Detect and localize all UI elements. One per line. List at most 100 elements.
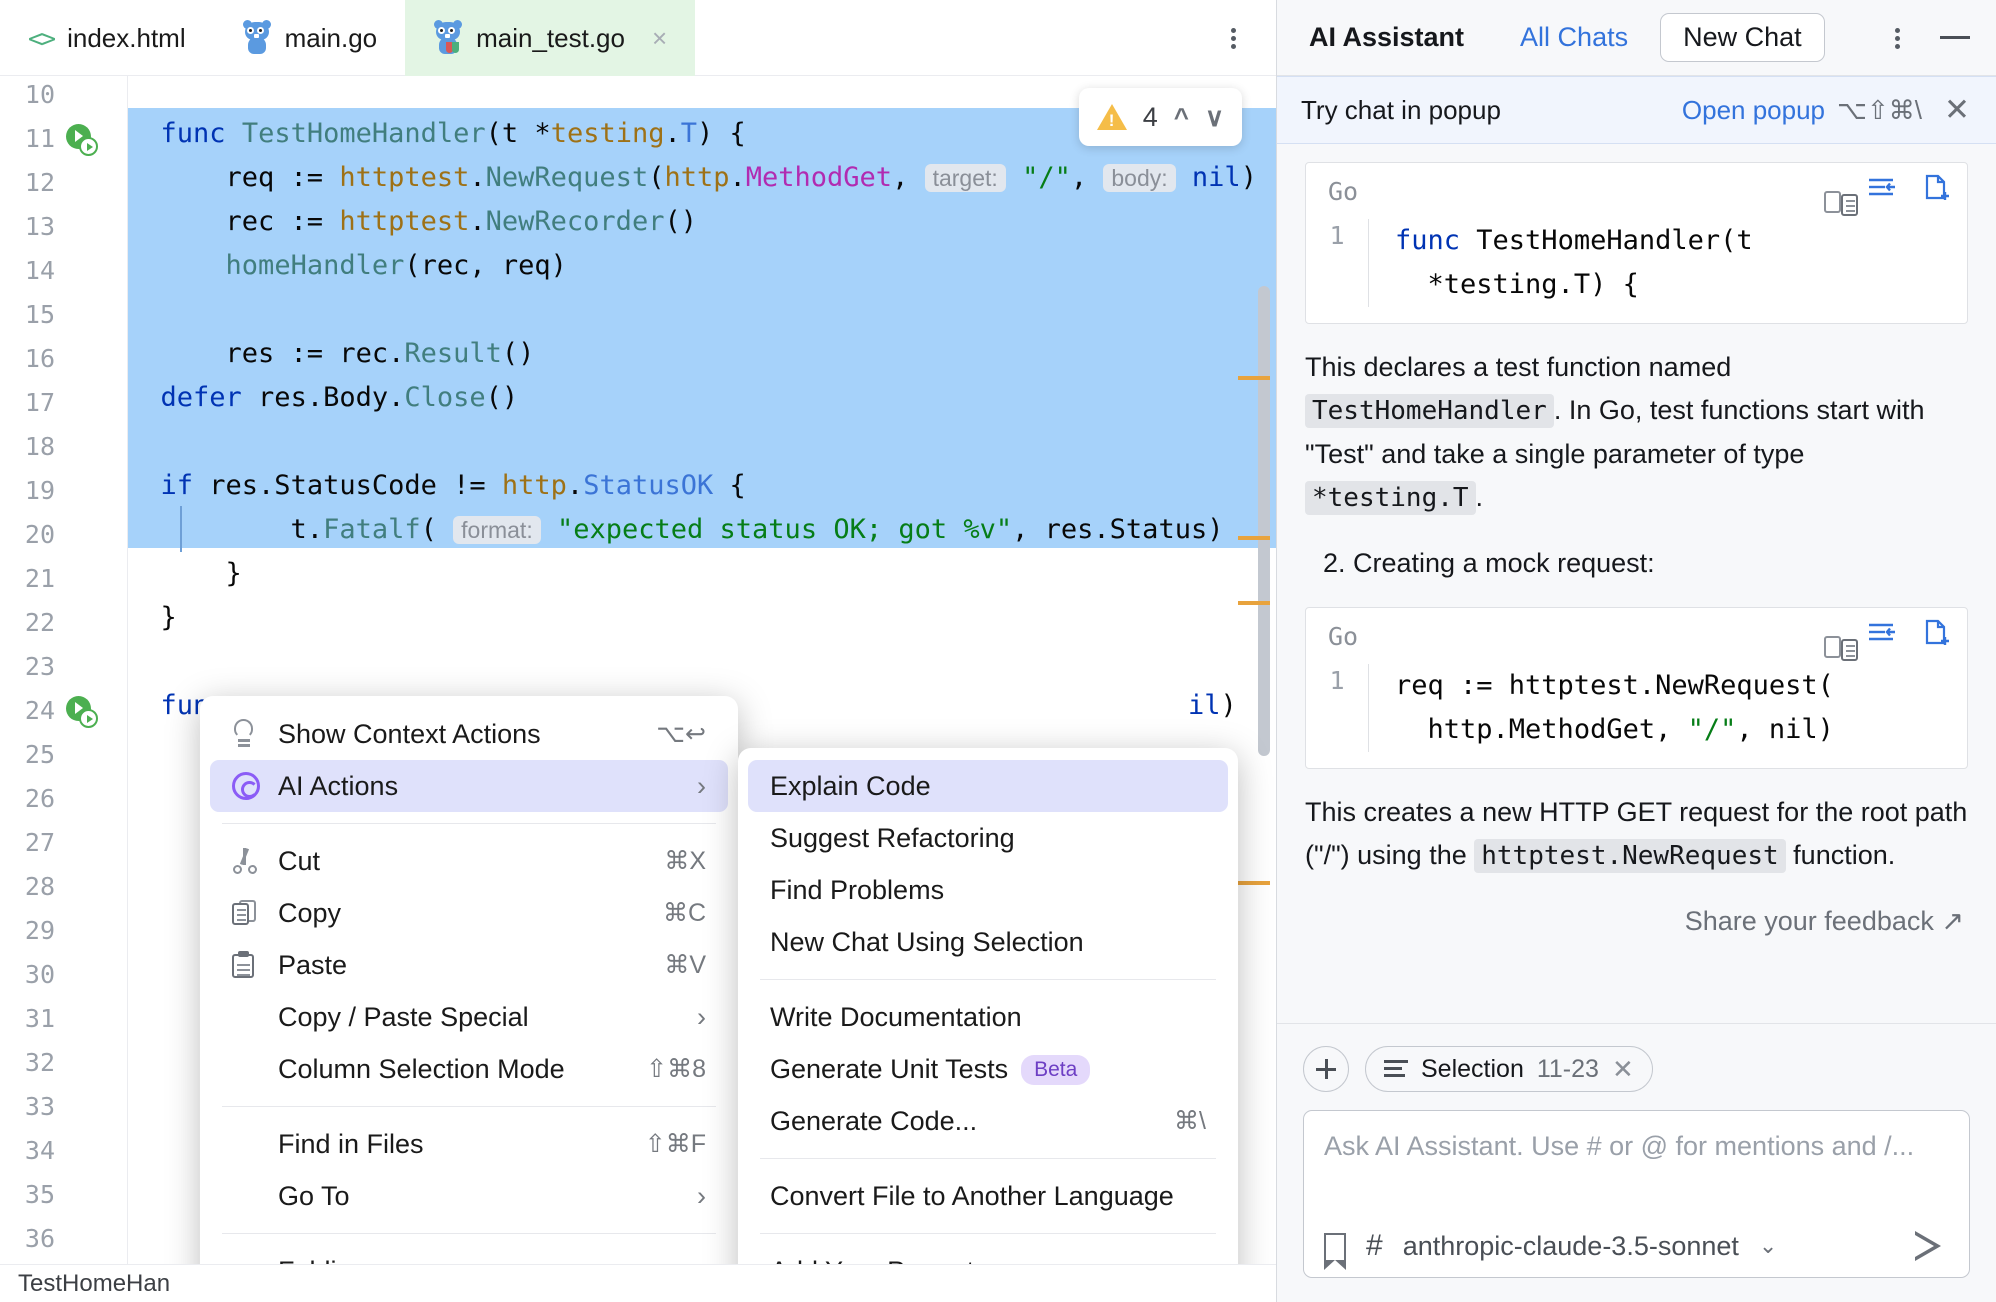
banner-text: Try chat in popup (1301, 95, 1501, 126)
menu-divider (760, 979, 1216, 980)
menu-divider (222, 823, 716, 824)
param-hint-format: format: (453, 516, 541, 544)
line-number: 20 (5, 520, 55, 549)
go-gopher-icon (242, 22, 272, 54)
code-block-header: Go (1306, 163, 1967, 219)
ai-panel-header: AI Assistant All Chats New Chat (1277, 0, 1996, 76)
new-file-icon[interactable] (1923, 619, 1949, 654)
close-icon[interactable]: ✕ (1612, 1054, 1634, 1085)
line-number: 27 (5, 828, 55, 857)
editor-pane: <> index.html main.go main_test.g (0, 0, 1276, 1302)
menu-item-go-to[interactable]: Go To › (210, 1170, 728, 1222)
submenu-item-generate-unit-tests[interactable]: Generate Unit TestsBeta (748, 1043, 1228, 1095)
ai-actions-submenu[interactable]: Explain Code Suggest Refactoring Find Pr… (738, 748, 1238, 1264)
menu-item-label: Cut (278, 846, 664, 877)
open-popup-link[interactable]: Open popup (1682, 95, 1825, 126)
line-number: 24 (5, 696, 55, 725)
code-block-actions (1841, 619, 1949, 654)
code-block-body: 1 func TestHomeHandler(t *testing.T) { (1306, 219, 1967, 323)
send-button[interactable] (1915, 1231, 1949, 1261)
code-block-actions (1841, 174, 1949, 209)
error-stripe-marker[interactable] (1238, 881, 1270, 885)
error-stripe-marker[interactable] (1238, 601, 1270, 605)
editor-status-bar: TestHomeHan (0, 1264, 1276, 1302)
code-block[interactable]: Go (1305, 162, 1968, 324)
menu-item-column-selection-mode[interactable]: Column Selection Mode ⇧⌘8 (210, 1043, 728, 1095)
menu-item-copy[interactable]: Copy ⌘C (210, 887, 728, 939)
menu-item-paste[interactable]: Paste ⌘V (210, 939, 728, 991)
submenu-item-label: Find Problems (770, 875, 1206, 906)
model-selector-label[interactable]: anthropic-claude-3.5-sonnet (1403, 1231, 1739, 1262)
line-number: 14 (5, 256, 55, 285)
ai-input-area: Selection 11-23 ✕ Ask AI Assistant. Use … (1277, 1023, 1996, 1302)
prev-problem-icon[interactable]: ^ (1174, 102, 1189, 133)
submenu-item-add-your-prompts[interactable]: Add Your Prompts... (748, 1245, 1228, 1264)
menu-item-show-context-actions[interactable]: Show Context Actions ⌥↩ (210, 708, 728, 760)
submenu-item-new-chat-using-selection[interactable]: New Chat Using Selection (748, 916, 1228, 968)
editor-vertical-scrollbar[interactable] (1258, 286, 1270, 756)
selection-context-chip[interactable]: Selection 11-23 ✕ (1365, 1046, 1653, 1092)
chevron-down-icon[interactable]: ⌄ (1759, 1233, 1777, 1259)
all-chats-link[interactable]: All Chats (1520, 22, 1628, 53)
chevron-right-icon: › (697, 771, 706, 802)
assistant-paragraph: This declares a test function named Test… (1305, 346, 1968, 520)
bookmark-icon[interactable] (1324, 1233, 1346, 1260)
line-number: 11 (5, 124, 55, 153)
tab-label: main.go (285, 23, 378, 54)
code-editor[interactable]: 10 11 12 13 14 15 16 17 18 19 20 21 22 2… (0, 76, 1276, 1264)
ai-spiral-icon (232, 772, 278, 800)
breadcrumb: TestHomeHan (18, 1270, 170, 1298)
submenu-item-suggest-refactoring[interactable]: Suggest Refactoring (748, 812, 1228, 864)
tab-main-go[interactable]: main.go (214, 0, 406, 76)
menu-item-find-in-files[interactable]: Find in Files ⇧⌘F (210, 1118, 728, 1170)
new-file-icon[interactable] (1923, 174, 1949, 209)
submenu-item-generate-code[interactable]: Generate Code... ⌘\ (748, 1095, 1228, 1147)
error-stripe-marker[interactable] (1238, 376, 1270, 380)
menu-item-ai-actions[interactable]: AI Actions › (210, 760, 728, 812)
menu-item-copy-paste-special[interactable]: Copy / Paste Special › (210, 991, 728, 1043)
insert-at-caret-icon[interactable] (1867, 621, 1897, 652)
line-number: 22 (5, 608, 55, 637)
menu-item-label: Paste (278, 950, 664, 981)
hash-mention-icon[interactable]: # (1366, 1229, 1383, 1263)
next-problem-icon[interactable]: ∨ (1205, 102, 1224, 133)
menu-item-cut[interactable]: Cut ⌘X (210, 835, 728, 887)
close-icon[interactable]: ✕ (1944, 101, 1970, 120)
error-stripe-marker[interactable] (1238, 536, 1270, 540)
menu-item-label: Copy / Paste Special (278, 1002, 697, 1033)
submenu-item-write-documentation[interactable]: Write Documentation (748, 991, 1228, 1043)
insert-at-caret-icon[interactable] (1867, 176, 1897, 207)
submenu-item-convert-file[interactable]: Convert File to Another Language (748, 1170, 1228, 1222)
chevron-right-icon: › (697, 1256, 706, 1265)
tab-main-test-go[interactable]: main_test.go × (405, 0, 695, 76)
inline-code: httptest.NewRequest (1474, 839, 1785, 873)
editor-gutter[interactable]: 10 11 12 13 14 15 16 17 18 19 20 21 22 2… (0, 76, 128, 1264)
code-block[interactable]: Go (1305, 607, 1968, 769)
ai-chat-transcript[interactable]: Go (1277, 144, 1996, 1023)
more-options-icon[interactable] (1880, 21, 1914, 55)
submenu-item-explain-code[interactable]: Explain Code (748, 760, 1228, 812)
editor-context-menu[interactable]: Show Context Actions ⌥↩ AI Actions › Cut… (200, 696, 738, 1264)
run-test-gutter-icon[interactable] (66, 696, 100, 730)
submenu-item-label: Explain Code (770, 771, 1206, 802)
tab-index-html[interactable]: <> index.html (0, 0, 214, 76)
share-feedback-link[interactable]: Share your feedback ↗ (1305, 900, 1968, 959)
line-number: 29 (5, 916, 55, 945)
menu-item-folding[interactable]: Folding › (210, 1245, 728, 1264)
minimize-icon[interactable] (1940, 36, 1970, 39)
more-options-icon[interactable] (1216, 21, 1250, 55)
line-number: 21 (5, 564, 55, 593)
code-block-header: Go (1306, 608, 1967, 664)
prompt-input-box[interactable]: Ask AI Assistant. Use # or @ for mention… (1303, 1110, 1970, 1278)
submenu-item-find-problems[interactable]: Find Problems (748, 864, 1228, 916)
tab-bar-actions (1216, 0, 1276, 75)
run-test-gutter-icon[interactable] (66, 124, 100, 158)
line-number: 19 (5, 476, 55, 505)
menu-divider (222, 1233, 716, 1234)
new-chat-button[interactable]: New Chat (1660, 13, 1825, 62)
code-block-language: Go (1328, 177, 1358, 206)
add-context-button[interactable] (1303, 1046, 1349, 1092)
close-icon[interactable]: × (652, 23, 667, 54)
tab-label: main_test.go (476, 23, 625, 54)
inspection-widget[interactable]: 4 ^ ∨ (1079, 88, 1242, 146)
